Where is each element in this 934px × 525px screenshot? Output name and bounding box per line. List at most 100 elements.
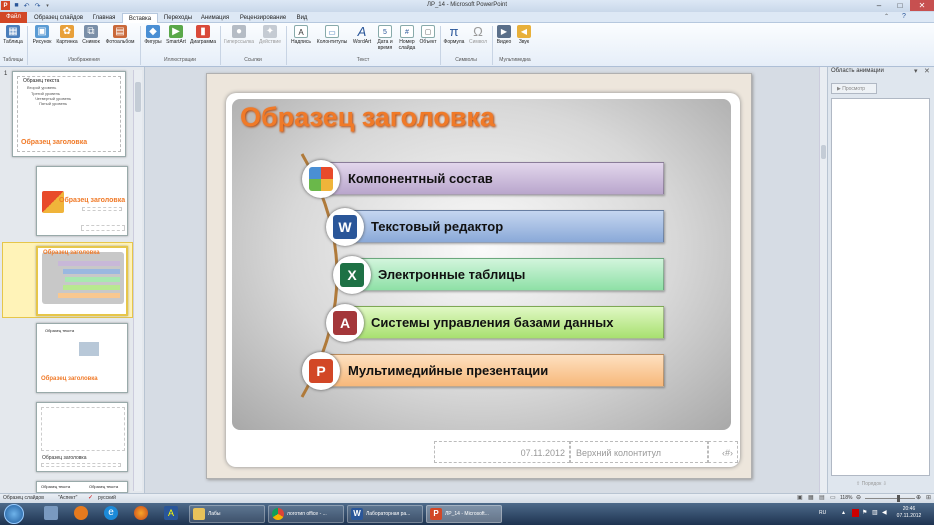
powerpoint-icon: P	[430, 508, 442, 520]
tab-slide-master[interactable]: Образец слайдов	[31, 13, 86, 23]
zoom-out-icon[interactable]: ⊖	[856, 494, 861, 501]
datetime-button[interactable]: 5 Дата и время	[374, 25, 396, 55]
word-icon: W	[351, 508, 363, 520]
status-theme[interactable]: "Аспект"	[58, 495, 77, 501]
thumbnail-master[interactable]: Образец текста Второй уровень Третий уро…	[12, 71, 126, 157]
list-item-3-icon-circle: X	[333, 256, 371, 294]
clipart-button[interactable]: ✿ Картинка	[54, 25, 80, 55]
close-icon[interactable]: ✕	[910, 0, 934, 11]
tray-volume-icon[interactable]: ◀	[882, 509, 887, 516]
hyperlink-button[interactable]: ● Гиперссылка	[222, 25, 256, 55]
start-button[interactable]	[4, 504, 24, 524]
reading-view-icon[interactable]: ▤	[819, 494, 825, 501]
taskbar-item-chrome[interactable]: логотип office - ...	[268, 505, 344, 523]
minimize-icon[interactable]: –	[868, 0, 890, 11]
tab-home[interactable]: Главная	[88, 13, 120, 23]
thumbnail-layout-5[interactable]: Образец заголовка	[36, 402, 128, 472]
app-icon[interactable]: A	[164, 506, 178, 520]
animation-pane-title: Область анимации	[831, 68, 884, 74]
tab-view[interactable]: Вид	[292, 13, 312, 23]
thumbnail-layout-4[interactable]: Образец текста Образец заголовка	[36, 323, 128, 393]
footer-slide-number[interactable]: ‹#›	[708, 441, 738, 463]
wordart-button[interactable]: A WordArt	[350, 25, 374, 55]
picture-button[interactable]: ▣ Рисунок	[30, 25, 54, 55]
header-footer-button[interactable]: ▭ Колонтитулы	[314, 25, 350, 55]
thumbnail-layout-3-selected[interactable]: Образец заголовка	[36, 246, 128, 316]
list-item-5[interactable]: Мультимедийные презентации	[318, 354, 664, 387]
taskbar-item-folder[interactable]: Лабы	[189, 505, 265, 523]
list-item-2-icon-circle: W	[326, 208, 364, 246]
list-item-4[interactable]: Системы управления базами данных	[342, 306, 664, 339]
group-separator	[492, 26, 493, 65]
slideshow-view-icon[interactable]: ▭	[830, 494, 836, 501]
smartart-button[interactable]: ▶ SmartArt	[164, 25, 188, 55]
footer-text[interactable]: Верхний колонтитул	[570, 441, 708, 463]
symbol-button[interactable]: Ω Символ	[466, 25, 490, 55]
thumbnail-layout-6[interactable]: Образец текста Образец текста	[36, 481, 128, 493]
shapes-button[interactable]: ◆ Фигуры	[142, 25, 164, 55]
table-button[interactable]: ▦ Таблица	[2, 25, 24, 55]
zoom-level[interactable]: 118%	[840, 495, 852, 501]
group-separator	[140, 26, 141, 65]
group-label-text: Текст	[356, 57, 370, 63]
list-item-2[interactable]: Текстовый редактор	[342, 210, 664, 243]
tab-animations[interactable]: Анимация	[198, 13, 232, 23]
ribbon-minimize-icon[interactable]: ⌃	[884, 13, 889, 20]
tray-arrow-icon[interactable]: ▴	[842, 509, 845, 516]
zoom-slider[interactable]	[865, 498, 915, 499]
audio-button[interactable]: ◀ Звук	[514, 25, 534, 55]
tray-antivirus-icon[interactable]	[852, 509, 859, 517]
firefox-icon[interactable]	[134, 506, 148, 520]
list-item-1[interactable]: Компонентный состав	[318, 162, 664, 195]
zoom-in-icon[interactable]: ⊕	[916, 494, 921, 501]
pane-dropdown-icon[interactable]: ▾	[914, 67, 918, 75]
group-separator	[286, 26, 287, 65]
clock[interactable]: 20:46 07.11.2012	[892, 506, 926, 520]
calendar-icon: 5	[378, 25, 392, 38]
footer-date[interactable]: 07.11.2012	[434, 441, 570, 463]
fit-slide-icon[interactable]: ⊞	[926, 494, 931, 501]
animation-list[interactable]	[831, 98, 930, 476]
maximize-icon[interactable]: □	[889, 0, 911, 11]
sorter-view-icon[interactable]: ▦	[808, 494, 814, 501]
tab-transitions[interactable]: Переходы	[160, 13, 196, 23]
group-label-symbols: Символы	[455, 57, 477, 63]
photo-album-button[interactable]: ▤ Фотоальбом	[102, 25, 138, 55]
list-item-3[interactable]: Электронные таблицы	[350, 258, 664, 291]
screenshot-button[interactable]: ⧉ Снимок	[80, 25, 102, 55]
normal-view-icon[interactable]: ▣	[797, 494, 803, 501]
help-icon[interactable]: ?	[902, 13, 906, 20]
tray-network-icon[interactable]: ▥	[872, 509, 878, 516]
equation-button[interactable]: π Формула	[442, 25, 466, 55]
window-title: ЛР_14 - Microsoft PowerPoint	[427, 2, 507, 8]
pane-close-icon[interactable]: ✕	[924, 67, 930, 75]
thumbnail-scrollbar[interactable]	[133, 70, 142, 491]
slide-title[interactable]: Образец заголовка	[240, 102, 495, 133]
preview-button[interactable]: ▶ Просмотр	[831, 83, 877, 94]
slide-number-icon: #	[400, 25, 414, 38]
chart-button[interactable]: ▮ Диаграмма	[188, 25, 218, 55]
tab-review[interactable]: Рецензирование	[236, 13, 290, 23]
shapes-icon: ◆	[146, 25, 160, 38]
taskbar-item-word[interactable]: W Лабораторная ра...	[347, 505, 423, 523]
spellcheck-icon[interactable]: ✓	[88, 494, 93, 501]
object-button[interactable]: ▢ Объект	[418, 25, 438, 55]
editor-scrollbar[interactable]	[819, 67, 827, 493]
action-button[interactable]: ✦ Действие	[256, 25, 284, 55]
reorder-control[interactable]: ⇧ Порядок ⇩	[856, 481, 887, 487]
internet-explorer-icon[interactable]: e	[104, 506, 118, 520]
language-indicator[interactable]: RU	[819, 510, 826, 516]
tab-file[interactable]: Файл	[0, 12, 27, 23]
chart-icon: ▮	[196, 25, 210, 38]
status-language[interactable]: русский	[98, 495, 116, 501]
media-player-icon[interactable]	[74, 506, 88, 520]
slide-number-button[interactable]: # Номер слайда	[396, 25, 418, 55]
office-logo-icon	[309, 167, 333, 191]
taskbar-item-powerpoint[interactable]: P ЛР_14 - Microsoft...	[426, 505, 502, 523]
tray-flag-icon[interactable]: ⚑	[862, 509, 867, 516]
clipart-icon: ✿	[60, 25, 74, 38]
video-button[interactable]: ▶ Видео	[494, 25, 514, 55]
thumbnail-layout-2[interactable]: Образец заголовка	[36, 166, 128, 236]
textbox-button[interactable]: A Надпись	[288, 25, 314, 55]
file-manager-icon[interactable]	[44, 506, 58, 520]
